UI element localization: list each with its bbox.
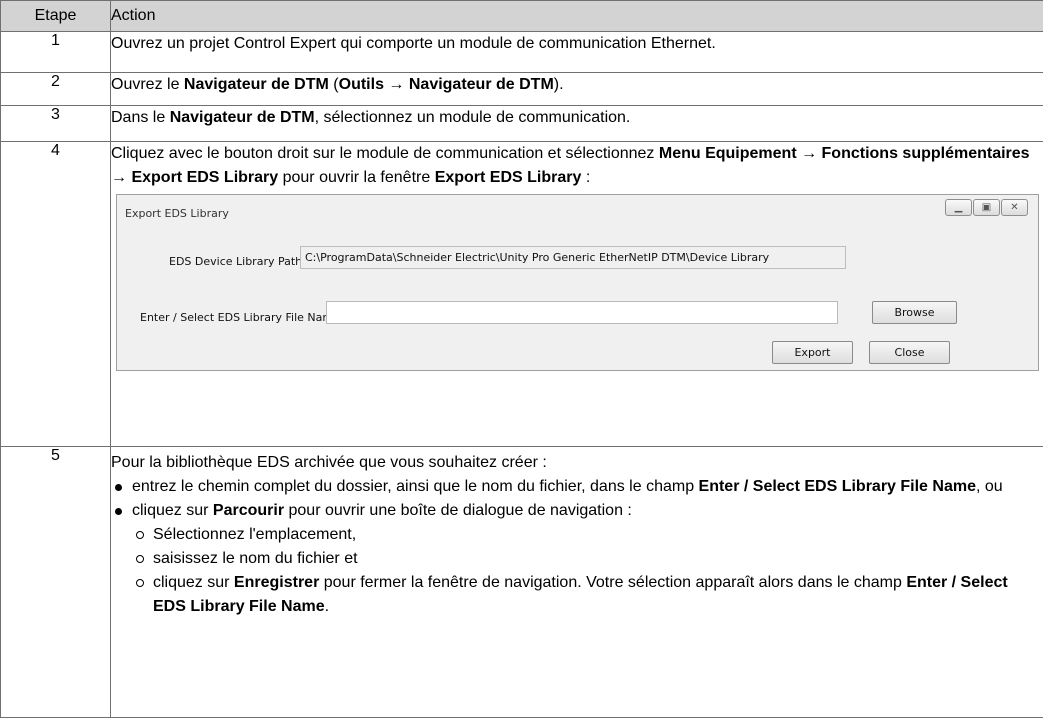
- list-item: saisissez le nom du fichier et: [132, 547, 1043, 571]
- file-name-input[interactable]: [326, 301, 838, 324]
- table-row: 2 Ouvrez le Navigateur de DTM (Outils → …: [1, 73, 1043, 106]
- dialog-title: Export EDS Library: [125, 202, 229, 226]
- bullet-list: entrez le chemin complet du dossier, ain…: [111, 475, 1043, 619]
- table-row: 5 Pour la bibliothèque EDS archivée que …: [1, 447, 1043, 718]
- export-eds-library-dialog: Export EDS Library ▁ ▣ ✕ EDS Device Libr…: [116, 194, 1039, 371]
- file-name-label: Enter / Select EDS Library File Name:: [140, 306, 344, 330]
- list-item: cliquez sur Parcourir pour ouvrir une bo…: [111, 499, 1043, 619]
- close-button[interactable]: Close: [869, 341, 950, 364]
- step-number: 3: [1, 106, 111, 142]
- table-row: 4 Cliquez avec le bouton droit sur le mo…: [1, 142, 1043, 447]
- sub-list: Sélectionnez l'emplacement, saisissez le…: [132, 523, 1043, 619]
- close-icon[interactable]: ✕: [1001, 199, 1028, 216]
- list-item: cliquez sur Enregistrer pour fermer la f…: [132, 571, 1043, 619]
- minimize-icon[interactable]: ▁: [945, 199, 972, 216]
- step-number: 4: [1, 142, 111, 447]
- table-row: 1 Ouvrez un projet Control Expert qui co…: [1, 32, 1043, 73]
- list-item: entrez le chemin complet du dossier, ain…: [111, 475, 1043, 499]
- browse-button[interactable]: Browse: [872, 301, 957, 324]
- step-intro: Pour la bibliothèque EDS archivée que vo…: [111, 451, 1043, 475]
- step-text: Ouvrez un projet Control Expert qui comp…: [111, 32, 1043, 73]
- header-step: Etape: [1, 1, 111, 32]
- path-label: EDS Device Library Path :: [169, 250, 309, 274]
- header-action: Action: [111, 1, 1043, 32]
- list-item: Sélectionnez l'emplacement,: [132, 523, 1043, 547]
- step-text: Cliquez avec le bouton droit sur le modu…: [111, 142, 1043, 447]
- step-text: Ouvrez le Navigateur de DTM (Outils → Na…: [111, 73, 1043, 106]
- step-text: Pour la bibliothèque EDS archivée que vo…: [111, 447, 1043, 718]
- maximize-icon[interactable]: ▣: [973, 199, 1000, 216]
- steps-table: Etape Action 1 Ouvrez un projet Control …: [0, 0, 1043, 718]
- step-text: Dans le Navigateur de DTM, sélectionnez …: [111, 106, 1043, 142]
- step-number: 2: [1, 73, 111, 106]
- step-number: 1: [1, 32, 111, 73]
- table-row: 3 Dans le Navigateur de DTM, sélectionne…: [1, 106, 1043, 142]
- library-path-value: C:\ProgramData\Schneider Electric\Unity …: [300, 246, 846, 269]
- export-button[interactable]: Export: [772, 341, 853, 364]
- step-number: 5: [1, 447, 111, 718]
